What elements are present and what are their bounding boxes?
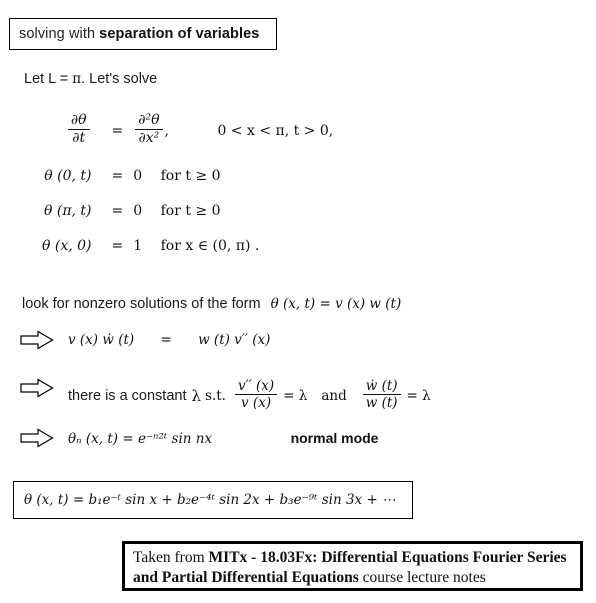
lambda-fraction-v-denominator: v (x)	[241, 394, 272, 411]
section-title-box: solving with separation of variables	[9, 18, 277, 50]
step2-text: there is a constant	[68, 387, 187, 404]
pde-lhs: ∂θ ∂t	[42, 104, 102, 158]
pde-rhs-numerator: ∂²θ	[138, 112, 160, 129]
pde-lhs-denominator: ∂t	[72, 130, 86, 147]
step2-lambda-symbol: λ	[191, 386, 202, 405]
intro-text-post: . Let's solve	[81, 71, 158, 87]
ic-rhs: 1 for x ∈ (0, π) .	[133, 228, 333, 263]
bc-right-rhs: 0 for t ≥ 0	[133, 193, 333, 228]
bc-left-condition: for t ≥ 0	[160, 167, 221, 184]
pde-row-initial-condition: θ (x, 0) = 1 for x ∈ (0, π) .	[42, 228, 333, 263]
section-title-normal: solving with	[19, 26, 96, 42]
lambda-fraction-v-value: = λ	[283, 387, 308, 404]
bc-left-rhs: 0 for t ≥ 0	[133, 158, 333, 193]
block-arrow-right-icon	[20, 330, 54, 350]
bc-left-lhs: θ (0, t)	[44, 167, 92, 184]
intro-text-pre: Let L =	[24, 71, 73, 87]
step1-equation: v (x) ẇ (t) = w (t) v′′ (x)	[68, 332, 270, 348]
general-solution-equation: θ (x, t) = b₁e⁻ᵗ sin x + b₂e⁻⁴ᵗ sin 2x +…	[24, 492, 396, 508]
ic-lhs: θ (x, 0)	[42, 237, 92, 254]
pde-equals-0: =	[111, 123, 124, 139]
step2-such-that: s.t.	[205, 387, 226, 404]
lambda-fraction-w-denominator: w (t)	[365, 394, 398, 411]
intro-pi-symbol: π	[72, 71, 82, 87]
section-title-bold: separation of variables	[99, 26, 260, 42]
pde-row-bc-right: θ (π, t) = 0 for t ≥ 0	[42, 193, 333, 228]
attribution-suffix: course lecture notes	[358, 569, 486, 587]
pde-domain-condition: 0 < x < π, t > 0,	[217, 123, 334, 139]
pde-system: ∂θ ∂t = ∂²θ ∂x² , 0 < x < π, t > 0, θ (0…	[42, 104, 333, 263]
bc-left-equals: =	[111, 167, 124, 184]
lambda-fraction-w: ẇ (t) w (t)	[362, 377, 401, 411]
lambda-fraction-w-numerator: ẇ (t)	[365, 377, 398, 394]
bc-right-equals: =	[111, 202, 124, 219]
step2-line: there is a constant λ s.t. v′′ (x) v (x)…	[68, 377, 431, 411]
block-arrow-right-icon	[20, 428, 54, 448]
pde-row-bc-left: θ (0, t) = 0 for t ≥ 0	[42, 158, 333, 193]
ansatz-equation: θ (x, t) = v (x) w (t)	[270, 296, 402, 312]
step2-conjunction: and	[321, 387, 347, 404]
document-page: solving with separation of variables Let…	[0, 0, 596, 603]
step3-line: θₙ (x, t) = e⁻ⁿ²ᵗ sin nx normal mode	[68, 430, 378, 448]
bc-right-value: 0	[133, 202, 143, 219]
pde-lhs-numerator: ∂θ	[70, 112, 87, 129]
step1-lhs: v (x) ẇ (t)	[68, 332, 135, 348]
step1-rhs: w (t) v′′ (x)	[198, 332, 271, 348]
lambda-fraction-w-value: = λ	[406, 387, 431, 404]
lambda-fraction-v-numerator: v′′ (x)	[237, 377, 275, 394]
ansatz-line: look for nonzero solutions of the form θ…	[22, 296, 401, 312]
normal-mode-equation: θₙ (x, t) = e⁻ⁿ²ᵗ sin nx	[68, 431, 213, 447]
second-partial-theta-partial-x-fraction: ∂²θ ∂x²	[135, 112, 163, 147]
attribution-box: Taken from MITx - 18.03Fx: Differential …	[122, 541, 583, 591]
block-arrow-right-icon	[20, 378, 54, 398]
pde-rhs-denominator: ∂x²	[138, 130, 160, 147]
bc-right-lhs: θ (π, t)	[43, 202, 92, 219]
intro-line: Let L = π. Let's solve	[24, 71, 157, 87]
attribution-prefix: Taken from	[133, 549, 209, 566]
partial-theta-partial-t-fraction: ∂θ ∂t	[67, 112, 90, 147]
bc-left-value: 0	[133, 167, 143, 184]
pde-row-equation: ∂θ ∂t = ∂²θ ∂x² , 0 < x < π, t > 0,	[42, 104, 333, 158]
general-solution-box: θ (x, t) = b₁e⁻ᵗ sin x + b₂e⁻⁴ᵗ sin 2x +…	[13, 481, 413, 519]
ic-value: 1	[133, 237, 143, 254]
bc-right-condition: for t ≥ 0	[160, 202, 221, 219]
ic-equals: =	[111, 237, 124, 254]
ic-condition: for x ∈ (0, π) .	[160, 237, 260, 254]
lambda-fraction-v: v′′ (x) v (x)	[234, 377, 278, 411]
ansatz-label: look for nonzero solutions of the form	[22, 296, 261, 312]
step1-equals: =	[160, 332, 172, 348]
pde-rhs-comma: ,	[164, 123, 169, 139]
pde-rhs: ∂²θ ∂x² , 0 < x < π, t > 0,	[133, 104, 333, 158]
normal-mode-label: normal mode	[290, 430, 379, 446]
